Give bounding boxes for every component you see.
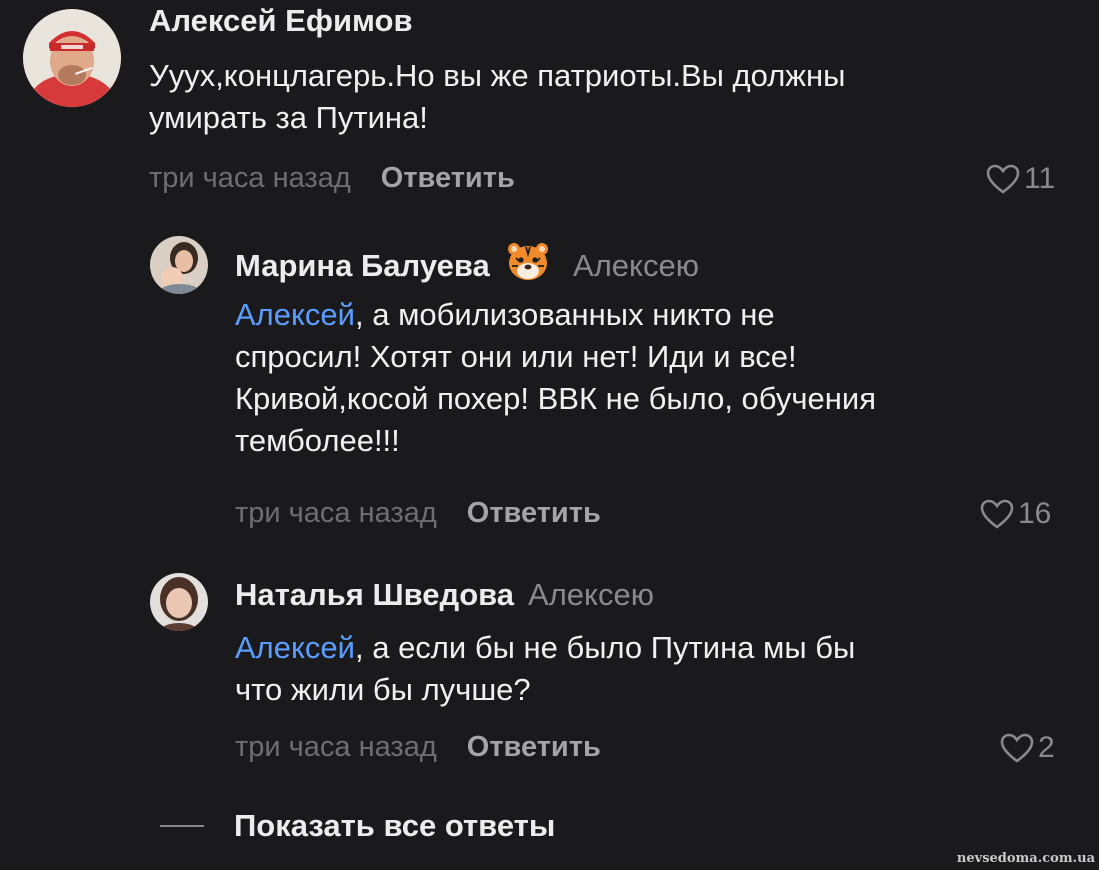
- author-name-text[interactable]: Наталья Шведова: [235, 577, 514, 612]
- like-button[interactable]: 16: [980, 497, 1051, 531]
- comment-text-line: умирать за Путина!: [149, 100, 428, 136]
- reply-button[interactable]: Ответить: [467, 731, 601, 763]
- comment-meta: три часа назад Ответить: [235, 497, 601, 530]
- watermark: nevsedoma.com.ua: [956, 851, 1095, 866]
- comment-text: Ууух,концлагерь.Но вы же патриоты.Вы дол…: [149, 55, 1069, 139]
- comment-text-segment: , а если бы не было Путина мы бы: [354, 630, 856, 665]
- like-button[interactable]: 11: [986, 162, 1055, 196]
- comment-meta: три часа назад Ответить: [235, 731, 601, 764]
- mention-link[interactable]: Алексей: [235, 297, 355, 332]
- reply-button[interactable]: Ответить: [381, 162, 515, 194]
- show-all-replies-label: Показать все ответы: [234, 808, 556, 843]
- mention-link[interactable]: Алексей: [235, 630, 355, 665]
- tiger-icon: [506, 242, 550, 290]
- author-name: Марина Балуева Алексею: [235, 242, 699, 290]
- comment-text-line: Алексей, а мобилизованных никто не: [235, 294, 1075, 336]
- timestamp: три часа назад: [149, 162, 351, 194]
- comment-text-line: Алексей, а если бы не было Путина мы бы: [235, 627, 1075, 669]
- comment-text-line: темболее!!!: [235, 423, 400, 459]
- comment-text: Алексей, а если бы не было Путина мы бы …: [235, 627, 1075, 711]
- like-count: 11: [1024, 162, 1056, 195]
- comment-meta: три часа назад Ответить: [149, 162, 515, 195]
- comment-text: Алексей, а мобилизованных никто не спрос…: [235, 294, 1075, 463]
- avatar-photo: [23, 9, 121, 107]
- comment-text-line: Кривой,косой похер! ВВК не было, обучени…: [235, 381, 876, 417]
- heart-icon: [986, 164, 1020, 194]
- reply-to-label[interactable]: Алексею: [573, 248, 699, 283]
- avatar[interactable]: [23, 9, 121, 107]
- timestamp: три часа назад: [235, 497, 437, 529]
- avatar[interactable]: [150, 236, 208, 294]
- like-button[interactable]: 2: [1000, 731, 1055, 765]
- timestamp: три часа назад: [235, 731, 437, 763]
- like-count: 16: [1018, 497, 1052, 530]
- avatar-photo: [150, 573, 208, 631]
- reply-button[interactable]: Ответить: [467, 497, 601, 529]
- avatar[interactable]: [150, 573, 208, 631]
- heart-icon: [980, 499, 1014, 529]
- show-all-replies-button[interactable]: Показать все ответы: [160, 808, 555, 844]
- reply-to-label[interactable]: Алексею: [528, 577, 654, 612]
- divider-dash: [160, 825, 204, 827]
- comment-text-segment: , а мобилизованных никто не: [354, 297, 775, 332]
- comment-text-line: спросил! Хотят они или нет! Иди и все!: [235, 339, 797, 375]
- author-name[interactable]: Алексей Ефимов: [149, 3, 413, 39]
- comments-page: Алексей Ефимов Ууух,концлагерь.Но вы же …: [0, 0, 1099, 870]
- comment-text-line: Ууух,концлагерь.Но вы же патриоты.Вы дол…: [149, 58, 846, 93]
- avatar-photo: [150, 236, 208, 294]
- like-count: 2: [1038, 731, 1055, 764]
- comment-text-line: что жили бы лучше?: [235, 672, 531, 708]
- author-name-text[interactable]: Марина Балуева: [235, 248, 490, 283]
- author-name: Наталья Шведова Алексею: [235, 577, 654, 613]
- heart-icon: [1000, 733, 1034, 763]
